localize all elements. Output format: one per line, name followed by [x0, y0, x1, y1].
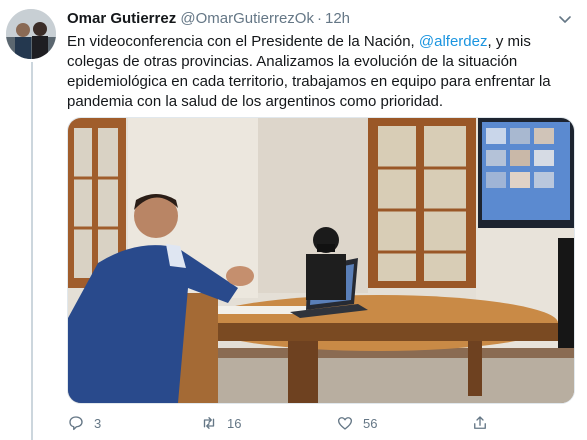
- tweet-text: En videoconferencia con el Presidente de…: [67, 32, 577, 112]
- tweet-actions: 3 16 56: [67, 414, 567, 434]
- author-name[interactable]: Omar Gutierrez: [67, 10, 176, 27]
- mention-link[interactable]: @alferdez: [419, 33, 488, 50]
- tweet-time[interactable]: 12h: [325, 10, 350, 27]
- tweet-photo[interactable]: [67, 117, 575, 404]
- separator-dot: ·: [316, 10, 322, 27]
- retweet-button[interactable]: 16: [200, 414, 241, 432]
- share-icon: [474, 416, 486, 429]
- photo-image: [68, 118, 574, 403]
- tweet-text-part: En videoconferencia con el Presidente de…: [67, 33, 419, 50]
- heart-icon: [337, 417, 353, 430]
- like-count: 56: [363, 415, 378, 431]
- reply-icon: [69, 416, 83, 431]
- retweet-count: 16: [227, 415, 242, 431]
- like-button[interactable]: 56: [336, 414, 377, 432]
- chevron-down-icon[interactable]: [557, 11, 573, 27]
- share-button[interactable]: [471, 414, 489, 432]
- thread-connector-line: [31, 62, 33, 440]
- avatar[interactable]: [6, 9, 56, 59]
- author-handle[interactable]: @OmarGutierrezOk: [180, 10, 314, 27]
- tweet-header: Omar Gutierrez @OmarGutierrezOk · 12h: [67, 10, 350, 27]
- reply-count: 3: [94, 415, 102, 431]
- reply-button[interactable]: 3: [67, 414, 101, 432]
- avatar-image: [6, 9, 56, 59]
- retweet-icon: [203, 417, 215, 429]
